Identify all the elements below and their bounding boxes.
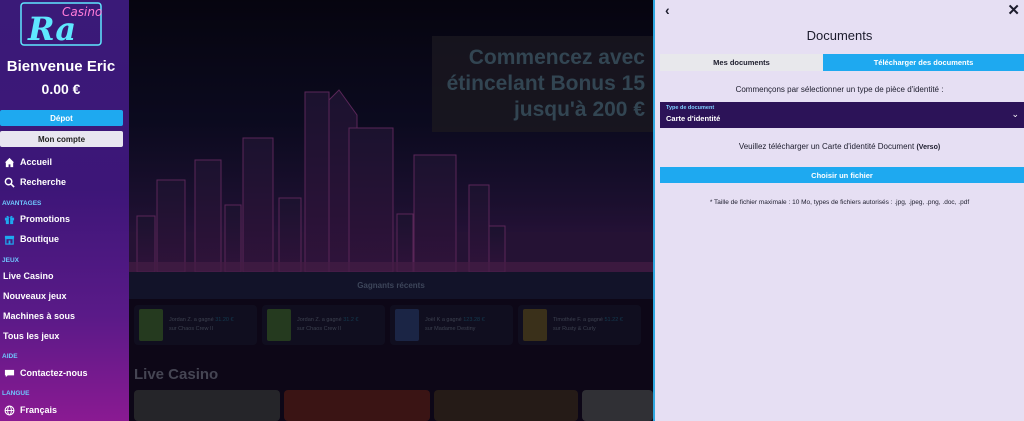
upload-instruction-text: Veuillez télécharger un Carte d'identité…: [738, 142, 915, 151]
section-help: AIDE: [2, 353, 18, 360]
sidebar-item-home[interactable]: Accueil: [3, 154, 52, 170]
sidebar-item-all-games[interactable]: Tous les jeux: [3, 328, 59, 344]
balance-amount: 0.00 €: [41, 81, 81, 97]
sidebar-item-label: Recherche: [20, 177, 67, 187]
modal-backdrop[interactable]: [129, 0, 653, 421]
choose-file-button[interactable]: Choisir un fichier: [660, 167, 1024, 183]
tab-my-documents[interactable]: Mes documents: [660, 54, 823, 71]
sidebar-item-shop[interactable]: Boutique: [3, 231, 59, 247]
globe-icon: [3, 404, 15, 416]
sidebar-item-label: Contactez-nous: [20, 368, 88, 378]
document-type-select[interactable]: Type de document Carte d'identité ⌄: [660, 102, 1024, 128]
sidebar-item-contact[interactable]: Contactez-nous: [3, 365, 88, 381]
sidebar: Ra Casino Bienvenue Eric 0.00 € Dépot Mo…: [0, 0, 129, 421]
sidebar-item-search[interactable]: Recherche: [3, 174, 66, 190]
svg-text:Casino: Casino: [62, 5, 102, 19]
sidebar-item-label: Accueil: [20, 157, 53, 167]
deposit-button[interactable]: Dépot: [0, 110, 123, 126]
tab-upload-documents[interactable]: Télécharger des documents: [823, 54, 1024, 71]
home-icon: [3, 156, 15, 168]
casino-ra-logo[interactable]: Ra Casino: [20, 2, 102, 46]
section-language: LANGUE: [2, 390, 30, 397]
select-label: Type de document: [666, 105, 715, 111]
section-games: JEUX: [2, 257, 19, 264]
sidebar-item-language[interactable]: Français: [3, 402, 57, 418]
sidebar-item-new-games[interactable]: Nouveaux jeux: [3, 288, 67, 304]
upload-side: (Verso): [916, 144, 941, 151]
gift-icon: [3, 213, 15, 225]
sidebar-item-live-casino[interactable]: Live Casino: [3, 268, 54, 284]
sidebar-item-slots[interactable]: Machines à sous: [3, 308, 75, 324]
documents-panel: ‹ ✕ Documents Mes documents Télécharger …: [653, 0, 1024, 421]
chevron-down-icon: ⌄: [1011, 109, 1019, 119]
panel-title: Documents: [806, 28, 873, 43]
back-arrow-icon[interactable]: ‹: [665, 2, 670, 18]
shop-icon: [3, 233, 15, 245]
file-requirements-note: * Taille de fichier maximale : 10 Mo, ty…: [709, 199, 970, 206]
search-icon: [3, 176, 15, 188]
sidebar-item-label: Promotions: [20, 214, 71, 224]
account-button[interactable]: Mon compte: [0, 131, 123, 147]
chat-icon: [3, 367, 15, 379]
upload-instruction: Veuillez télécharger un Carte d'identité…: [655, 142, 1024, 151]
section-advantages: AVANTAGES: [2, 200, 42, 207]
welcome-text: Bienvenue Eric: [6, 58, 116, 75]
sidebar-item-label: Français: [20, 405, 58, 415]
main-content: Commencez avec étincelant Bonus 15 jusqu…: [129, 0, 653, 421]
sidebar-item-label: Boutique: [20, 234, 59, 244]
sidebar-item-promotions[interactable]: Promotions: [3, 211, 70, 227]
select-value: Carte d'identité: [666, 114, 721, 123]
close-icon[interactable]: ✕: [1007, 1, 1020, 19]
intro-text: Commençons par sélectionner un type de p…: [735, 85, 944, 94]
